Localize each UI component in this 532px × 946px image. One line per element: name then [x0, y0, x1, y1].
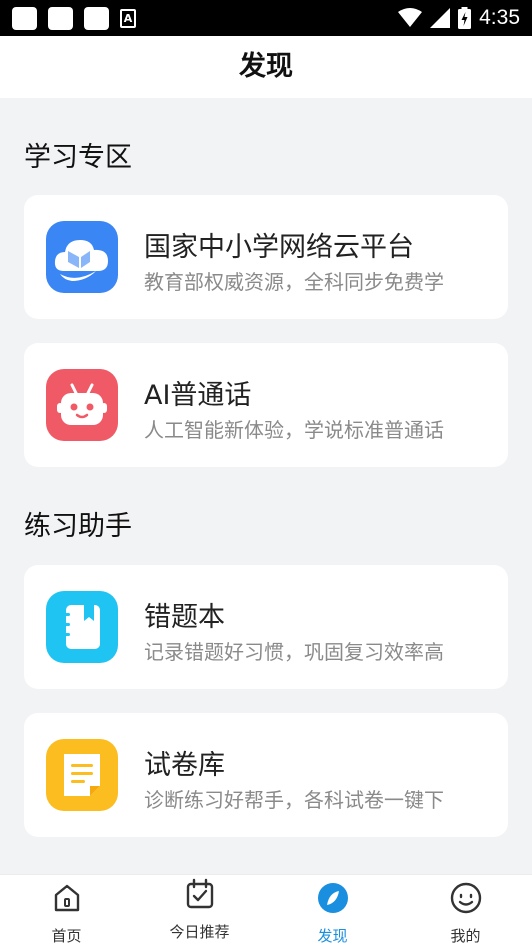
tab-discover[interactable]: 发现: [266, 875, 399, 946]
card-title: 错题本: [144, 602, 225, 633]
card-exam-paper-library[interactable]: 试卷库 诊断练习好帮手，各科试卷一键下: [24, 713, 508, 837]
notebook-icon: [46, 591, 118, 663]
notification-icons: A: [12, 7, 136, 30]
notification-square-icon: [48, 7, 73, 30]
tab-label: 今日推荐: [169, 923, 230, 941]
tab-home[interactable]: 首页: [0, 875, 133, 946]
page-title: 发现: [239, 51, 293, 82]
tab-mine[interactable]: 我的: [399, 875, 532, 946]
system-icons: 4:35: [398, 6, 520, 30]
card-subtitle: 人工智能新体验，学说标准普通话: [144, 418, 444, 442]
card-ai-mandarin[interactable]: AI普通话 人工智能新体验，学说标准普通话: [24, 343, 508, 467]
card-title: AI普通话: [144, 380, 252, 411]
section-title-practice: 练习助手: [24, 511, 132, 542]
card-title: 国家中小学网络云平台: [144, 232, 414, 263]
app-header: 发现: [0, 36, 532, 98]
notification-square-icon: [12, 7, 37, 30]
clock: 4:35: [479, 6, 520, 29]
card-subtitle: 教育部权威资源，全科同步免费学: [144, 270, 444, 294]
cloud-book-icon: [46, 221, 118, 293]
status-bar: A 4:35: [0, 0, 532, 36]
bottom-tab-bar: 首页 今日推荐 发现 我的: [0, 874, 532, 946]
robot-icon: [46, 369, 118, 441]
wifi-icon: [398, 8, 423, 27]
calendar-check-icon: [186, 878, 213, 909]
tab-label: 发现: [317, 927, 348, 945]
tab-today-recommend[interactable]: 今日推荐: [133, 875, 266, 946]
card-national-cloud-platform[interactable]: 国家中小学网络云平台 教育部权威资源，全科同步免费学: [24, 195, 508, 319]
card-subtitle: 诊断练习好帮手，各科试卷一键下: [144, 788, 444, 812]
home-icon: [54, 884, 79, 912]
document-icon: [46, 739, 118, 811]
smile-icon: [450, 882, 481, 914]
card-mistake-notebook[interactable]: 错题本 记录错题好习惯，巩固复习效率高: [24, 565, 508, 689]
notification-a-icon: A: [120, 9, 136, 28]
tab-label: 我的: [450, 927, 481, 945]
section-title-study: 学习专区: [24, 142, 132, 173]
card-subtitle: 记录错题好习惯，巩固复习效率高: [144, 640, 444, 664]
signal-icon: [430, 8, 451, 28]
tab-label: 首页: [51, 927, 82, 945]
battery-icon: [458, 7, 472, 29]
compass-icon: [317, 883, 348, 913]
card-title: 试卷库: [144, 750, 225, 781]
notification-square-icon: [84, 7, 109, 30]
